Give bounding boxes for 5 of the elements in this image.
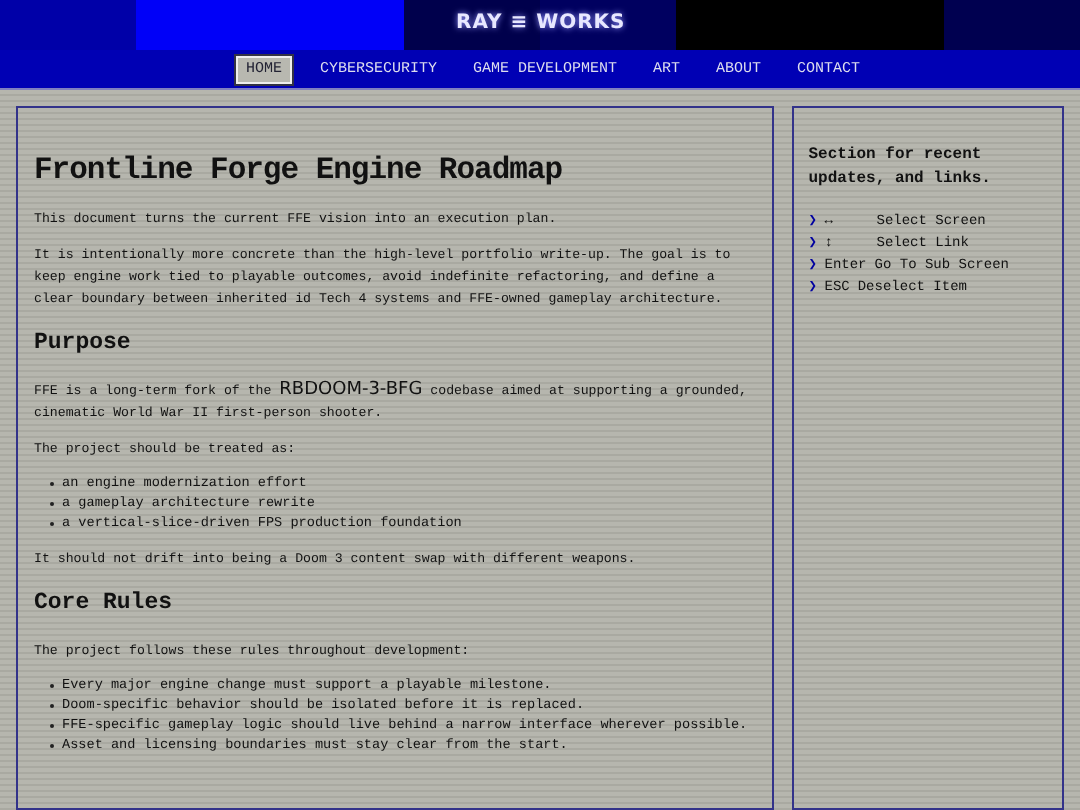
page-title: Frontline Forge Engine Roadmap (34, 152, 565, 188)
site-logo[interactable]: RAY ≡ WORKS (456, 12, 626, 34)
section-heading: Core Rules (34, 590, 175, 616)
sidebar-heading: Section for recent updates, and links. (808, 144, 993, 192)
section-heading: Purpose (34, 330, 133, 356)
